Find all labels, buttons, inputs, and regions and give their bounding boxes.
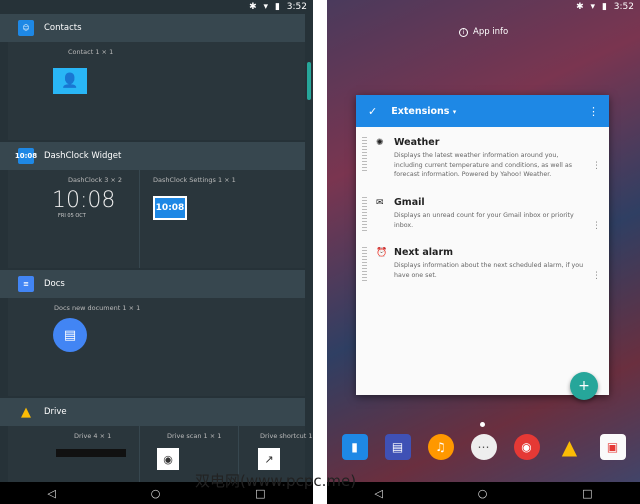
widget-label: DashClock 3 × 2: [68, 176, 123, 184]
alarm-icon: ⏰: [376, 248, 388, 258]
drag-handle[interactable]: [362, 137, 367, 171]
widget-label: Drive 4 × 1: [74, 432, 112, 440]
status-bar: ✱ ▾ ▮ 3:52: [327, 0, 640, 14]
drive-shortcut-preview: ↗: [258, 448, 280, 470]
books-icon[interactable]: ▮: [341, 434, 368, 460]
watermark-text: 双电网(www.pcpc.me): [195, 472, 357, 490]
dashclock-date: FRI 05 OCT: [58, 213, 86, 219]
widget-label: Contact 1 × 1: [68, 48, 114, 56]
app-info-button[interactable]: i App info: [459, 27, 508, 37]
drive-icon: ▲: [21, 404, 31, 420]
sun-icon: ✺: [376, 138, 384, 148]
scrollbar-thumb[interactable]: [307, 62, 311, 100]
overflow-menu-icon[interactable]: ⋮: [588, 105, 599, 118]
back-icon[interactable]: ◁: [47, 487, 55, 500]
extensions-dropdown[interactable]: Extensions ▾: [391, 106, 456, 117]
chrome-icon[interactable]: ◉: [513, 434, 540, 460]
section-body-contacts: Contact 1 × 1 👤: [8, 42, 305, 140]
section-title: Contacts: [44, 23, 82, 33]
contact-widget-preview: 👤: [53, 68, 87, 94]
widget-item-docs-new[interactable]: Docs new document 1 × 1 ▤: [8, 298, 305, 396]
battery-icon: ▮: [274, 2, 280, 12]
music-icon[interactable]: ♫: [427, 434, 454, 460]
extension-title: Gmail: [394, 197, 425, 208]
status-bar: ✱ ▾ ▮ 3:52: [0, 0, 313, 14]
dropdown-arrow-icon: ▾: [452, 107, 457, 116]
contacts-icon: ☺: [18, 20, 34, 36]
section-title: DashClock Widget: [44, 151, 122, 161]
section-header-docs: ≡ Docs: [0, 270, 305, 298]
drive-scan-preview: ◉: [157, 448, 179, 470]
section-header-contacts: ☺ Contacts: [0, 14, 305, 42]
drive-icon[interactable]: ▲: [557, 434, 583, 460]
drag-handle[interactable]: [362, 247, 367, 281]
status-time: 3:52: [613, 2, 634, 12]
widget-label: DashClock Settings 1 × 1: [153, 176, 236, 184]
launcher-screen: ✱ ▾ ▮ 3:52 i App info ✓ Extensions ▾ ⋮ ✺…: [327, 0, 640, 504]
app-info-label: App info: [473, 27, 509, 37]
widget-picker-screen: ✱ ▾ ▮ 3:52 ☺ Contacts Contact 1 × 1 👤 10…: [0, 0, 313, 504]
section-body-docs: Docs new document 1 × 1 ▤: [8, 298, 305, 396]
app-dock: ▮ ▤ ♫ ⋯ ◉ ▲ ▣: [327, 434, 640, 460]
wifi-icon: ▾: [263, 2, 269, 12]
section-body-dashclock: DashClock 3 × 2 10:08 FRI 05 OCT DashClo…: [8, 170, 305, 268]
section-header-drive: ▲ Drive: [0, 398, 305, 426]
widget-label: Docs new document 1 × 1: [54, 304, 141, 312]
plus-icon: +: [578, 378, 590, 394]
drive-bar-preview: [56, 449, 126, 457]
status-time: 3:52: [286, 2, 307, 12]
home-icon[interactable]: ○: [151, 487, 161, 500]
newsstand-icon[interactable]: ▤: [384, 434, 411, 460]
extension-menu-icon[interactable]: ⋮: [592, 271, 601, 281]
section-title: Drive: [44, 407, 67, 417]
docs-icon: ≡: [18, 276, 34, 292]
extension-title: Next alarm: [394, 247, 454, 258]
extension-title: Weather: [394, 137, 440, 148]
page-indicator: [480, 422, 485, 427]
dashclock-icon: 10:08: [14, 148, 38, 164]
widget-item-contact[interactable]: Contact 1 × 1 👤: [8, 42, 305, 140]
navigation-bar: ◁ ○ □: [327, 482, 640, 504]
extension-menu-icon[interactable]: ⋮: [592, 221, 601, 231]
widget-label: Drive scan 1 × 1: [167, 432, 222, 440]
section-title: Docs: [44, 279, 65, 289]
extensions-card-header: ✓ Extensions ▾ ⋮: [356, 95, 609, 127]
widget-item-dashclock[interactable]: DashClock 3 × 2 10:08 FRI 05 OCT: [8, 170, 140, 268]
info-icon: i: [459, 27, 468, 37]
dashclock-clock: 10:08: [52, 188, 116, 213]
bluetooth-icon: ✱: [576, 2, 584, 12]
dashclock-icon-text: 10:08: [14, 152, 38, 160]
checkmark-icon[interactable]: ✓: [368, 105, 377, 118]
dashclock-settings-clock: 10:08: [155, 203, 185, 213]
extensions-card: ✓ Extensions ▾ ⋮ ✺ Weather Displays the …: [356, 95, 609, 395]
battery-icon: ▮: [601, 2, 607, 12]
docs-new-preview: ▤: [53, 318, 87, 352]
recents-icon[interactable]: □: [582, 487, 592, 500]
extension-menu-icon[interactable]: ⋮: [592, 161, 601, 171]
home-icon[interactable]: ○: [478, 487, 488, 500]
bluetooth-icon: ✱: [249, 2, 257, 12]
extension-description: Displays an unread count for your Gmail …: [394, 212, 574, 229]
extensions-title: Extensions: [391, 105, 450, 117]
add-extension-button[interactable]: +: [570, 372, 598, 400]
widget-item-dashclock-settings[interactable]: DashClock Settings 1 × 1 10:08: [141, 170, 305, 268]
extension-description: Displays information about the next sche…: [394, 262, 584, 279]
wifi-icon: ▾: [590, 2, 596, 12]
apps-drawer-icon[interactable]: ⋯: [470, 434, 497, 460]
section-header-dashclock: 10:08 DashClock Widget: [0, 142, 305, 170]
widget-item-drive-4x1[interactable]: Drive 4 × 1: [8, 426, 140, 482]
drag-handle[interactable]: [362, 197, 367, 231]
back-icon[interactable]: ◁: [374, 487, 382, 500]
dashclock-settings-preview: 10:08: [153, 196, 187, 220]
photo-icon[interactable]: ▣: [599, 434, 626, 460]
mail-icon: ✉: [376, 198, 384, 208]
extension-description: Displays the latest weather information …: [394, 152, 573, 178]
widget-label: Drive shortcut 1: [260, 432, 313, 440]
